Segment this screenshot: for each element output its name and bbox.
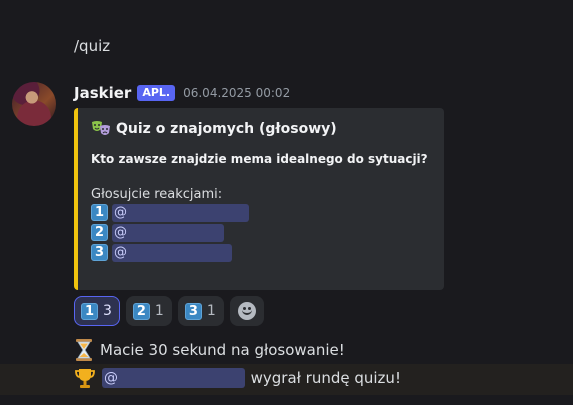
embed-question: Kto zawsze znajdzie mema idealnego do sy…	[91, 152, 428, 166]
embed-title: Quiz o znajomych (głosowy)	[91, 120, 430, 138]
reaction-2[interactable]: 2 1	[125, 296, 172, 326]
trophy-icon	[74, 367, 96, 389]
reaction-count: 3	[103, 303, 112, 319]
hourglass-icon	[74, 339, 94, 361]
previous-message: /quiz	[74, 37, 111, 55]
avatar[interactable]	[12, 82, 56, 126]
reactions-bar: 1 3 2 1 3 1	[74, 296, 264, 326]
smiley-add-reaction-icon	[237, 302, 256, 320]
reaction-1[interactable]: 1 3	[74, 296, 120, 326]
add-reaction-button[interactable]	[229, 296, 264, 326]
option-row: 1 @	[91, 203, 430, 222]
quiz-embed: Quiz o znajomych (głosowy) Kto zawsze zn…	[74, 108, 444, 290]
reaction-count: 1	[154, 303, 164, 319]
performing-arts-icon	[91, 120, 111, 138]
keycap-3-icon: 3	[91, 244, 108, 261]
timestamp[interactable]: 06.04.2025 00:02	[183, 86, 290, 100]
keycap-2-icon: 2	[132, 302, 150, 320]
user-mention[interactable]: @	[112, 223, 225, 242]
keycap-1-icon: 1	[81, 302, 98, 320]
winner-mention[interactable]: @	[102, 368, 245, 388]
keycap-3-icon: 3	[184, 302, 202, 320]
author-name[interactable]: Jaskier	[74, 84, 131, 102]
embed-title-text: Quiz o znajomych (głosowy)	[116, 121, 337, 137]
keycap-1-icon: 1	[91, 204, 108, 221]
option-row: 2 @	[91, 223, 430, 242]
user-mention[interactable]: @	[112, 243, 233, 262]
user-mention[interactable]: @	[112, 203, 249, 222]
instructions: Głosujcie reakcjami:	[91, 187, 223, 202]
winner-text: wygrał rundę quizu!	[250, 369, 401, 387]
app-badge: APL.	[137, 85, 176, 101]
option-row: 3 @	[91, 243, 430, 262]
message-header: Jaskier APL. 06.04.2025 00:02	[74, 84, 290, 102]
keycap-2-icon: 2	[91, 224, 108, 241]
reaction-count: 1	[206, 303, 216, 319]
winner-message: @ wygrał rundę quizu!	[74, 367, 401, 389]
embed-body: Głosujcie reakcjami: 1 @ 2 @ 3 @	[91, 187, 430, 262]
timer-text: Macie 30 sekund na głosowanie!	[100, 341, 345, 359]
reaction-3[interactable]: 3 1	[177, 296, 224, 326]
timer-message: Macie 30 sekund na głosowanie!	[74, 339, 345, 361]
